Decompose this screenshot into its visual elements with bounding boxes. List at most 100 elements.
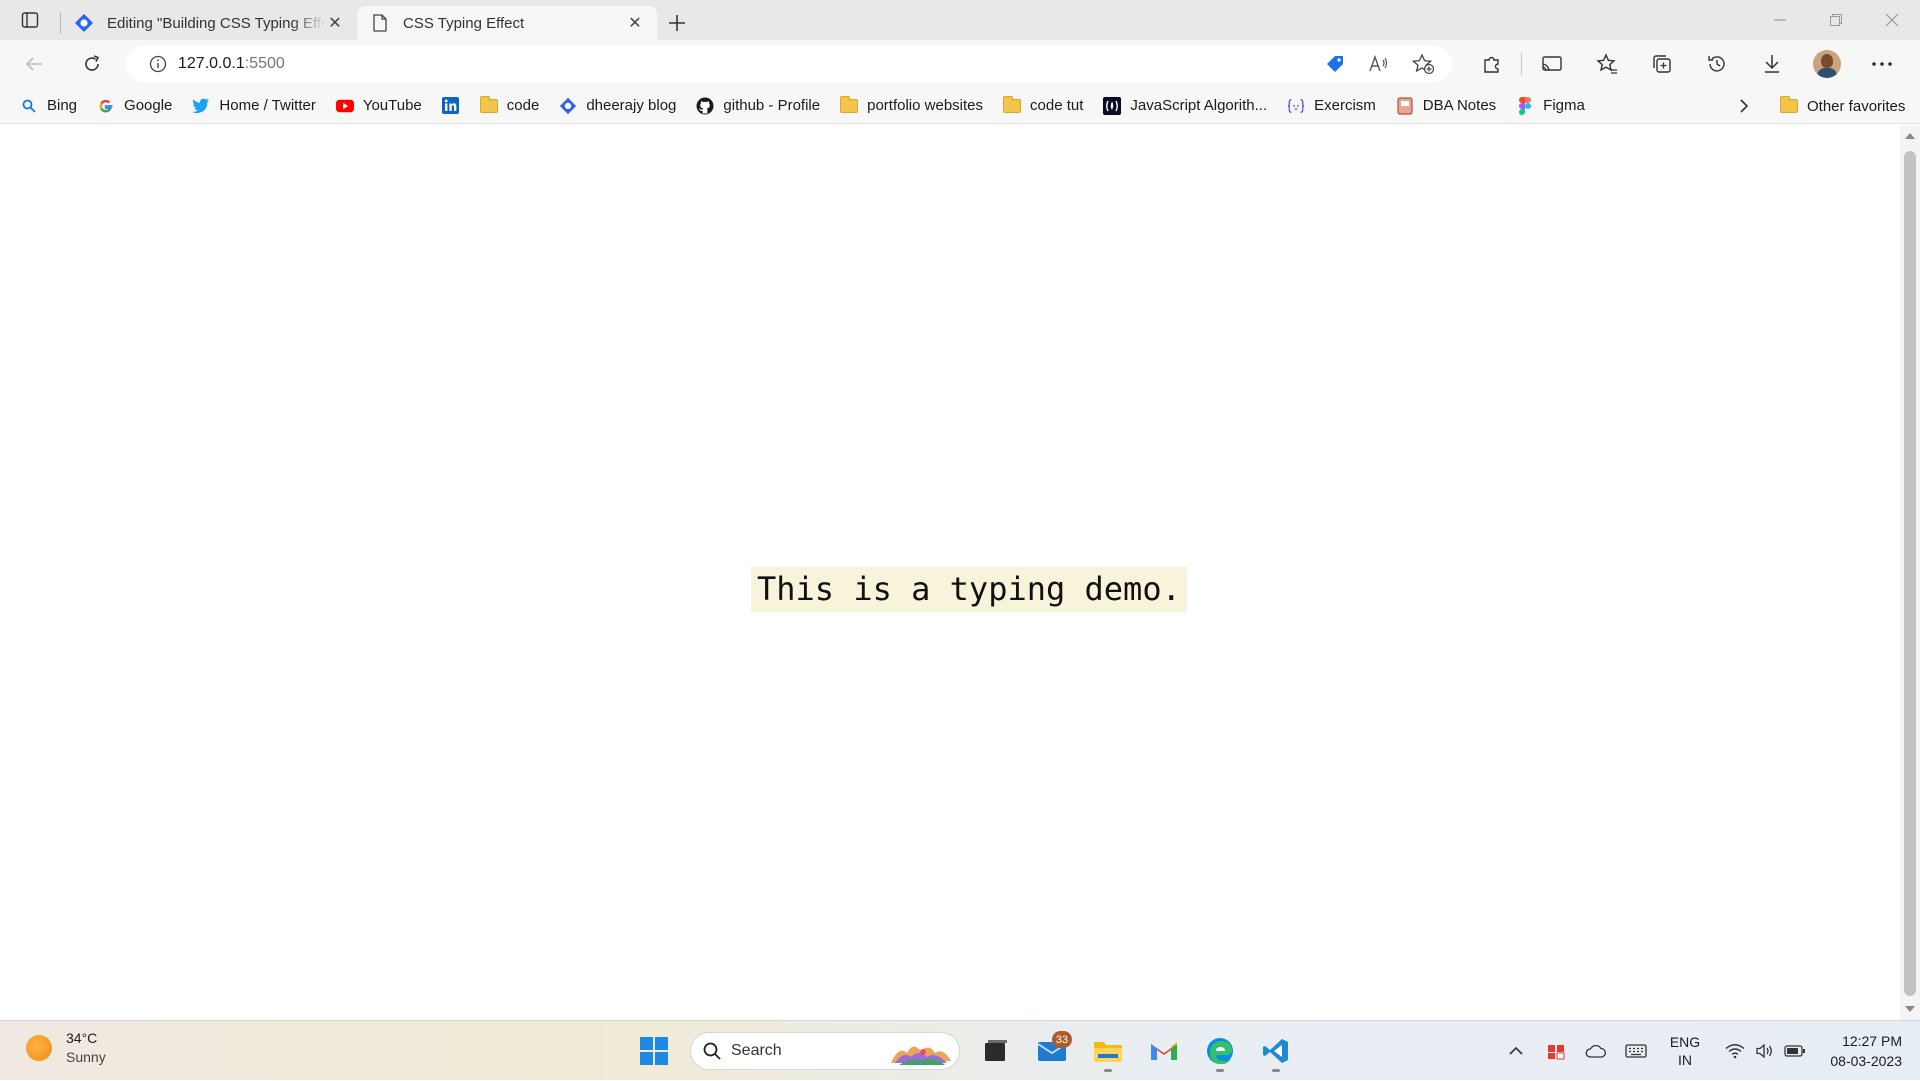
cast-icon [1541, 56, 1562, 71]
gmail-icon [1151, 1042, 1177, 1060]
search-label: Search [731, 1042, 782, 1059]
wifi-button[interactable] [1720, 1021, 1750, 1081]
history-button[interactable] [1689, 46, 1744, 82]
taskbar-file-explorer[interactable] [1080, 1029, 1136, 1073]
favorite-label: portfolio websites [867, 97, 984, 114]
profile-button[interactable] [1799, 46, 1854, 82]
collections-button[interactable] [1634, 46, 1689, 82]
tab-actions-button[interactable] [0, 0, 60, 40]
typing-demo-text: This is a typing demo. [751, 567, 1187, 612]
favorites-star-icon [1595, 53, 1617, 74]
clock-date: 08-03-2023 [1830, 1053, 1902, 1069]
favorite-folder-code[interactable]: code [470, 92, 550, 120]
favorites-button[interactable] [1579, 46, 1634, 82]
scroll-down-arrow-icon[interactable] [1905, 1006, 1915, 1012]
site-info-icon[interactable] [138, 55, 178, 73]
restore-icon [1830, 14, 1842, 26]
more-favorites-button[interactable] [1728, 92, 1760, 120]
language-indicator[interactable]: ENG IN [1656, 1033, 1714, 1069]
favorite-folder-portfolio[interactable]: portfolio websites [830, 92, 993, 120]
red-app-icon [1548, 1045, 1565, 1060]
hashnode-icon [559, 97, 577, 115]
folder-icon [1780, 96, 1798, 115]
task-view-icon [985, 1040, 1007, 1061]
clock-time: 12:27 PM [1842, 1033, 1902, 1049]
battery-button[interactable] [1780, 1021, 1810, 1081]
favorite-label: Google [124, 97, 173, 114]
figma-icon [1516, 96, 1534, 115]
onedrive-button[interactable] [1576, 1021, 1616, 1081]
add-favorite-icon[interactable] [1404, 46, 1442, 82]
toolbar-separator [1521, 53, 1522, 75]
sun-icon [26, 1035, 52, 1061]
taskbar-edge[interactable] [1192, 1029, 1248, 1073]
cast-button[interactable] [1524, 46, 1579, 82]
favorite-figma[interactable]: Figma [1506, 92, 1595, 120]
close-tab-icon[interactable]: ✕ [625, 13, 645, 33]
favorite-folder-code-tut[interactable]: code tut [993, 92, 1093, 120]
weather-widget[interactable]: 34°C Sunny [26, 1029, 106, 1067]
taskbar-vscode[interactable] [1248, 1029, 1304, 1073]
volume-button[interactable] [1750, 1021, 1780, 1081]
close-tab-icon[interactable]: ✕ [325, 13, 345, 33]
favorite-freecodecamp[interactable]: JavaScript Algorith... [1093, 92, 1277, 120]
chevron-up-icon [1509, 1046, 1523, 1055]
taskbar-gmail[interactable] [1136, 1029, 1192, 1073]
close-window-button[interactable] [1864, 0, 1920, 40]
url-text[interactable]: 127.0.0.1:5500 [178, 55, 285, 73]
scroll-up-arrow-icon[interactable] [1905, 133, 1915, 139]
favorite-label: github - Profile [723, 97, 821, 114]
taskbar-mail[interactable]: 33 [1024, 1029, 1080, 1073]
scrollbar-thumb[interactable] [1904, 151, 1916, 996]
keyboard-button[interactable] [1616, 1021, 1656, 1081]
refresh-icon [85, 55, 100, 71]
shopping-tag-icon[interactable] [1316, 46, 1354, 82]
restore-button[interactable] [1808, 0, 1864, 40]
refresh-button[interactable] [70, 46, 114, 82]
vscode-icon [1263, 1039, 1288, 1063]
tray-app-icon[interactable] [1536, 1021, 1576, 1081]
back-button[interactable] [12, 46, 56, 82]
page-viewport: This is a typing demo. [0, 125, 1900, 1020]
favorite-label: code [506, 97, 540, 114]
favorite-google[interactable]: Google [87, 92, 182, 120]
taskbar-task-view[interactable] [968, 1029, 1024, 1073]
collections-icon [1652, 55, 1671, 73]
page-scrollbar[interactable] [1900, 125, 1920, 1020]
back-arrow-icon [25, 57, 42, 71]
tab-actions-icon [21, 12, 39, 28]
system-clock[interactable]: 12:27 PM 08-03-2023 [1830, 1031, 1902, 1071]
favorite-linkedin[interactable] [432, 92, 470, 120]
favorite-dba-notes[interactable]: DBA Notes [1386, 92, 1506, 120]
extensions-button[interactable] [1464, 46, 1519, 82]
favorite-dheerajy-blog[interactable]: dheerajy blog [549, 92, 686, 120]
taskbar-search[interactable]: Search [690, 1032, 960, 1070]
search-highlight-art-icon [891, 1046, 951, 1065]
favorite-label: code tut [1030, 97, 1084, 114]
minimize-button[interactable] [1752, 0, 1808, 40]
weather-condition: Sunny [66, 1049, 106, 1065]
favorite-label: Figma [1543, 97, 1585, 114]
favorite-twitter[interactable]: Home / Twitter [182, 92, 325, 120]
start-button[interactable] [626, 1029, 682, 1073]
linkedin-icon [442, 97, 460, 115]
other-favorites[interactable]: Other favorites [1770, 92, 1915, 120]
favorite-github[interactable]: github - Profile [686, 92, 830, 120]
settings-more-button[interactable] [1854, 46, 1909, 82]
favorite-bing[interactable]: Bing [10, 92, 87, 120]
favorite-exercism[interactable]: Exercism [1277, 92, 1386, 120]
new-tab-button[interactable] [657, 6, 697, 40]
read-aloud-icon[interactable] [1360, 46, 1398, 82]
windows-logo-icon [640, 1037, 668, 1065]
downloads-button[interactable] [1744, 46, 1799, 82]
plus-icon [669, 15, 685, 31]
google-icon [97, 97, 115, 115]
minimize-icon [1774, 19, 1786, 21]
puzzle-icon [1483, 56, 1499, 73]
tab-editing[interactable]: Editing "Building CSS Typing Effect" ✕ [61, 6, 357, 40]
show-hidden-icons-button[interactable] [1496, 1021, 1536, 1081]
favorite-youtube[interactable]: YouTube [326, 92, 432, 120]
address-bar[interactable]: 127.0.0.1:5500 [126, 46, 1452, 82]
tab-css-typing-effect[interactable]: CSS Typing Effect ✕ [357, 6, 657, 40]
more-dots-icon [1871, 62, 1892, 66]
